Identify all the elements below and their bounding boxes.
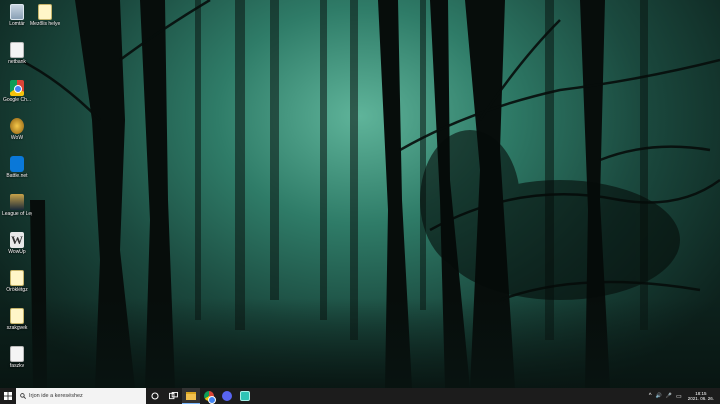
league-icon — [10, 194, 24, 210]
desktop-icon-mezolis-helye[interactable]: Mezőlis helye — [30, 2, 60, 38]
cortana-icon — [151, 392, 159, 400]
file-explorer-icon — [186, 391, 196, 400]
desktop-icon-wowup[interactable]: W WowUp — [2, 230, 32, 266]
clock-date: 2021. 06. 26. — [687, 396, 714, 401]
ground-fog — [0, 298, 720, 388]
taskbar-chrome[interactable] — [200, 388, 218, 404]
task-view-icon — [168, 392, 178, 400]
battlenet-icon — [10, 156, 24, 172]
app-icon — [240, 391, 250, 401]
desktop-icon-label: Mezőlis helye — [30, 21, 60, 27]
taskbar: ^ 🔊 🎤 ▭ 18:15 2021. 06. 26. — [0, 388, 720, 404]
desktop-icon-faszkv[interactable]: faszkv — [2, 344, 32, 380]
desktop-icon-label: Battle.net — [6, 173, 28, 179]
chrome-icon — [10, 80, 24, 96]
desktop-icon-label: Google Ch... — [2, 97, 32, 103]
network-icon[interactable]: ▭ — [674, 393, 684, 400]
desktop-icon-szakgvek[interactable]: szakgvek — [2, 306, 32, 342]
task-view-button[interactable] — [164, 388, 182, 404]
taskbar-search-box[interactable] — [16, 388, 146, 404]
search-icon — [20, 393, 26, 399]
desktop-icon-label: szakgvek — [6, 325, 28, 331]
file-icon — [38, 4, 52, 20]
note-icon — [10, 270, 24, 286]
system-tray: ^ 🔊 🎤 ▭ 18:15 2021. 06. 26. — [647, 388, 720, 404]
desktop-icon-google-chrome[interactable]: Google Ch... — [2, 78, 32, 114]
desktop-icon-label: WoW — [10, 135, 24, 141]
wowup-icon: W — [10, 232, 24, 248]
wow-icon — [10, 118, 24, 134]
microphone-icon[interactable]: 🎤 — [664, 393, 674, 399]
desktop-icon-recycle-bin[interactable]: Lomtár — [2, 2, 32, 38]
desktop-icon-label: netbank — [8, 59, 26, 65]
search-input[interactable] — [29, 393, 139, 399]
desktop-icon-orokletgz[interactable]: Öröklétgz — [2, 268, 32, 304]
discord-icon — [222, 391, 232, 401]
desktop-icon-label: League of Legends — [2, 211, 32, 217]
taskbar-discord[interactable] — [218, 388, 236, 404]
volume-icon[interactable]: 🔊 — [654, 393, 664, 399]
desktop-icon-league-of-legends[interactable]: League of Legends — [2, 192, 32, 228]
clock[interactable]: 18:15 2021. 06. 26. — [684, 391, 720, 402]
desktop-icon-netbank[interactable]: netbank — [2, 40, 32, 76]
desktop-icon-label: Öröklétgz — [6, 287, 28, 293]
show-hidden-icons-button[interactable]: ^ — [647, 393, 654, 399]
chrome-icon — [204, 391, 216, 404]
taskbar-file-explorer[interactable] — [182, 388, 200, 404]
cortana-button[interactable] — [146, 388, 164, 404]
desktop-icon-wow[interactable]: WoW — [2, 116, 32, 152]
note-icon — [10, 308, 24, 324]
file-icon — [10, 346, 24, 362]
desktop-icon-label: Lomtár — [9, 21, 25, 27]
file-icon — [10, 42, 24, 58]
desktop-icon-label: WowUp — [8, 249, 26, 255]
desktop-icon-battlenet[interactable]: Battle.net — [2, 154, 32, 190]
recycle-bin-icon — [10, 4, 24, 20]
windows-logo-icon — [4, 392, 12, 400]
desktop-wallpaper: Lomtár Mezőlis helye netbank Google Ch..… — [0, 0, 720, 388]
desktop-icon-label: faszkv — [9, 363, 25, 369]
start-button[interactable] — [0, 388, 16, 404]
taskbar-app[interactable] — [236, 388, 254, 404]
